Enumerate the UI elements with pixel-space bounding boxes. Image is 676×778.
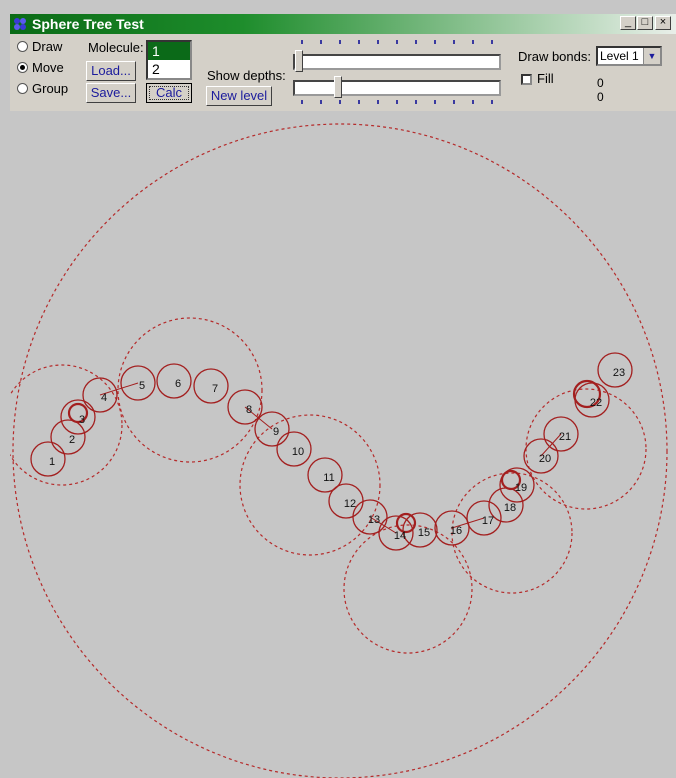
title-bar[interactable]: Sphere Tree Test _ □ × <box>10 14 676 34</box>
atom-label: 20 <box>539 453 551 465</box>
depth-slider-bottom[interactable] <box>293 76 501 98</box>
atom-label: 6 <box>175 378 181 390</box>
new-level-button[interactable]: New level <box>206 86 272 106</box>
molecule-listbox[interactable]: 1 2 <box>146 40 192 80</box>
minimize-button[interactable]: _ <box>620 16 636 30</box>
chevron-down-icon[interactable]: ▼ <box>643 48 660 64</box>
slider-tick <box>320 100 322 104</box>
atom-label: 11 <box>323 472 334 484</box>
toolbar: Draw Move Group Molecule: Load... Save..… <box>10 34 676 111</box>
bounding-sphere <box>12 123 668 778</box>
slider-tick <box>434 100 436 104</box>
app-window: Sphere Tree Test _ □ × Draw Move Group M… <box>0 0 676 778</box>
slider-tick <box>358 40 360 44</box>
atom-label: 8 <box>246 404 252 416</box>
fill-checkbox[interactable] <box>521 74 532 85</box>
readout-2: 0 <box>597 90 604 104</box>
molecule-item-1[interactable]: 1 <box>148 42 190 60</box>
draw-bonds-label: Draw bonds: <box>518 49 591 64</box>
sphere-tree-canvas[interactable]: 12345 6 7891011121314 15 1617181920212223 <box>10 111 676 778</box>
atom-label: 4 <box>101 392 107 404</box>
show-depths-label: Show depths: <box>207 68 286 83</box>
atom-label: 18 <box>504 502 516 514</box>
slider-tick <box>434 40 436 44</box>
atom-label: 15 <box>418 527 430 539</box>
radio-move-indicator <box>17 62 28 73</box>
atom-label: 7 <box>212 383 218 395</box>
molecule-item-2[interactable]: 2 <box>148 60 190 78</box>
radio-group[interactable]: Group <box>17 81 68 96</box>
slider-tick <box>453 100 455 104</box>
slider-tick <box>301 40 303 44</box>
readout-1: 0 <box>597 76 604 90</box>
atom-label: 5 <box>139 380 145 392</box>
slider-tick <box>377 40 379 44</box>
atom-label: 16 <box>450 525 462 537</box>
atom-label: 14 <box>394 530 406 542</box>
close-button[interactable]: × <box>655 16 671 30</box>
radio-move-label: Move <box>32 60 64 75</box>
bounding-sphere <box>451 472 573 594</box>
molecule-label: Molecule: <box>88 40 144 55</box>
depth-slider-bottom-thumb[interactable] <box>334 76 343 98</box>
atom-label: 22 <box>590 397 602 409</box>
atom-label: 21 <box>559 431 571 443</box>
slider-tick <box>358 100 360 104</box>
slider-tick <box>415 100 417 104</box>
depth-slider-top-ticks <box>293 40 501 44</box>
atom-label: 12 <box>344 498 356 510</box>
atom-label: 10 <box>292 446 304 458</box>
atom-label: 13 <box>368 514 380 526</box>
slider-tick <box>377 100 379 104</box>
depth-slider-top[interactable] <box>293 50 501 72</box>
radio-draw[interactable]: Draw <box>17 39 62 54</box>
bounding-sphere <box>239 414 381 556</box>
atom-label: 3 <box>79 414 85 426</box>
depth-slider-top-thumb[interactable] <box>295 50 303 72</box>
slider-tick <box>415 40 417 44</box>
bounding-sphere <box>10 364 123 486</box>
atom-label: 2 <box>69 434 75 446</box>
atom-label: 17 <box>482 515 494 527</box>
slider-tick <box>339 100 341 104</box>
slider-tick <box>396 40 398 44</box>
draw-bonds-select[interactable]: Level 1 ▼ <box>596 46 662 66</box>
window-title: Sphere Tree Test <box>32 16 144 32</box>
slider-tick <box>472 40 474 44</box>
app-icon <box>14 18 26 30</box>
slider-tick <box>491 40 493 44</box>
slider-tick <box>320 40 322 44</box>
radio-group-indicator <box>17 83 28 94</box>
slider-tick <box>491 100 493 104</box>
atom-label: 19 <box>515 482 527 494</box>
slider-tick <box>339 40 341 44</box>
slider-tick <box>396 100 398 104</box>
save-button[interactable]: Save... <box>86 83 136 103</box>
radio-move[interactable]: Move <box>17 60 64 75</box>
radio-group-label: Group <box>32 81 69 96</box>
atom-label: 23 <box>613 367 625 379</box>
draw-bonds-value: Level 1 <box>600 49 639 63</box>
slider-tick <box>301 100 303 104</box>
atom-label: 1 <box>49 456 55 468</box>
fill-label: Fill <box>537 71 554 86</box>
calc-button[interactable]: Calc <box>146 83 192 103</box>
radio-draw-label: Draw <box>32 39 63 54</box>
slider-tick <box>472 100 474 104</box>
depth-slider-bottom-ticks <box>293 100 501 104</box>
load-button[interactable]: Load... <box>86 61 136 81</box>
maximize-button[interactable]: □ <box>637 16 653 30</box>
slider-tick <box>453 40 455 44</box>
radio-draw-indicator <box>17 41 28 52</box>
atom-label: 9 <box>273 426 279 438</box>
